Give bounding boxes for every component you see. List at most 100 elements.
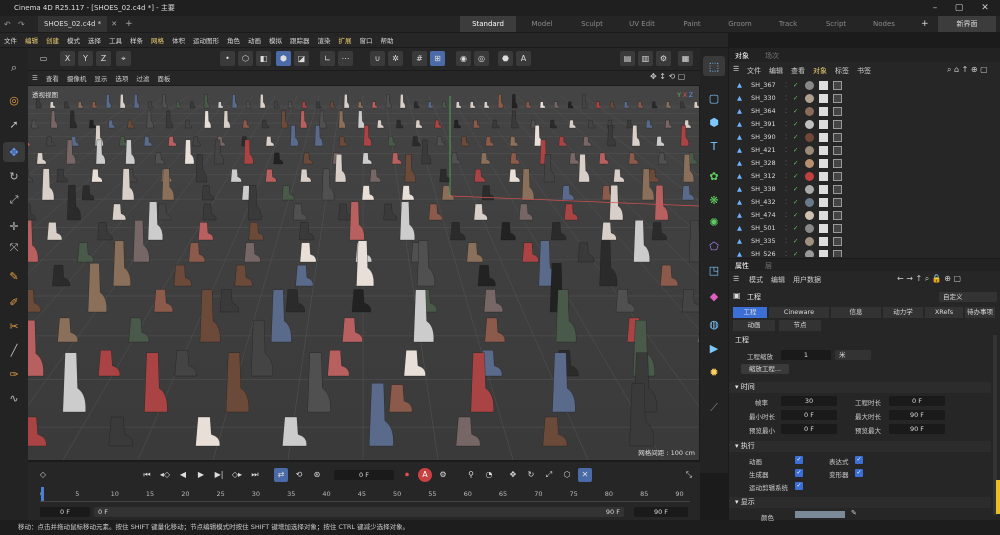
camera-icon[interactable]: ▭ xyxy=(36,51,51,66)
scale-project-button[interactable]: 缩放工程... xyxy=(741,364,789,374)
dope-sheet-icon[interactable]: ⊛ xyxy=(310,468,324,482)
close-icon[interactable]: ✕ xyxy=(974,0,996,16)
timeline-ruler[interactable]: 051015202530354045505560657075808590 xyxy=(40,488,690,502)
material-tag-icon[interactable] xyxy=(805,250,814,257)
pla-key-icon[interactable]: ✕ xyxy=(578,468,592,482)
enabled-check-icon[interactable]: ✓ xyxy=(793,94,798,102)
move-icon[interactable]: ✥ xyxy=(3,142,25,162)
goto-start-icon[interactable]: ⏮ xyxy=(140,468,154,482)
preview-min-field[interactable]: 0 F xyxy=(781,424,837,434)
deformer-checkbox[interactable]: ✓ xyxy=(855,469,863,477)
object-row[interactable]: ▲ SH_391 ⁚ ✓ xyxy=(729,118,1000,131)
axis-mode-icon[interactable]: ∟ xyxy=(320,51,335,66)
perspective-viewport[interactable]: 透视视图 Y X Z 网格间距 : 100 cm xyxy=(28,86,699,460)
enabled-check-icon[interactable]: ✓ xyxy=(793,185,798,193)
next-frame-icon[interactable]: ▶| xyxy=(212,468,226,482)
shoe-model[interactable] xyxy=(689,220,699,263)
color-swatch[interactable] xyxy=(795,511,845,518)
model-mode-icon[interactable]: ⬢ xyxy=(276,51,291,66)
animation-checkbox[interactable]: ✓ xyxy=(795,456,803,464)
enabled-check-icon[interactable]: ✓ xyxy=(793,133,798,141)
maximize-icon[interactable]: ▢ xyxy=(948,0,970,16)
quantize-icon[interactable]: ✲ xyxy=(388,51,403,66)
enabled-check-icon[interactable]: ✓ xyxy=(793,159,798,167)
attr-menu-userdata[interactable]: 用户数据 xyxy=(793,275,821,285)
solo-hierarchy-icon[interactable]: ◎ xyxy=(474,51,489,66)
enabled-check-icon[interactable]: ✓ xyxy=(793,211,798,219)
phong-tag-icon[interactable] xyxy=(833,146,842,155)
scene-icon[interactable]: ◆ xyxy=(703,286,725,306)
visibility-dots-icon[interactable]: ⁚ xyxy=(785,120,787,128)
loop-icon[interactable]: ⇄ xyxy=(274,468,288,482)
visibility-dots-icon[interactable]: ⁚ xyxy=(785,146,787,154)
enabled-check-icon[interactable]: ✓ xyxy=(793,198,798,206)
material-tag-icon[interactable] xyxy=(805,133,814,142)
add-layout-icon[interactable]: + xyxy=(921,16,929,32)
uvw-tag-icon[interactable] xyxy=(819,159,828,168)
deformer-icon[interactable]: ⬠ xyxy=(703,236,725,256)
menu-item[interactable]: 创建 xyxy=(42,35,63,45)
material-tag-icon[interactable] xyxy=(805,185,814,194)
object-row[interactable]: ▲ SH_330 ⁚ ✓ xyxy=(729,92,1000,105)
attr-menu-edit[interactable]: 编辑 xyxy=(771,275,785,285)
section-execution[interactable]: ▾ 执行 xyxy=(729,441,991,452)
world-coord-icon[interactable]: ⌖ xyxy=(116,51,131,66)
field-icon[interactable]: ◳ xyxy=(703,260,725,280)
uvw-tag-icon[interactable] xyxy=(819,120,828,129)
attribute-subtab[interactable]: 信息 xyxy=(831,307,881,318)
project-time-field[interactable]: 0 F xyxy=(889,396,945,406)
material-tag-icon[interactable] xyxy=(805,172,814,181)
polygon-pen-icon[interactable]: ✂ xyxy=(3,316,25,336)
redo-icon[interactable]: ↷ xyxy=(18,20,25,29)
tab-objects[interactable]: 对象 xyxy=(735,51,749,61)
edges-mode-icon[interactable]: ⬡ xyxy=(238,51,253,66)
phong-tag-icon[interactable] xyxy=(833,159,842,168)
phong-tag-icon[interactable] xyxy=(833,237,842,246)
expression-checkbox[interactable]: ✓ xyxy=(855,456,863,464)
viewport-menu-icon[interactable]: ☰ xyxy=(28,74,42,82)
section-time[interactable]: ▾ 时间 xyxy=(729,382,991,393)
visibility-dots-icon[interactable]: ⁚ xyxy=(785,81,787,89)
object-row[interactable]: ▲ SH_335 ⁚ ✓ xyxy=(729,235,1000,248)
object-row[interactable]: ▲ SH_364 ⁚ ✓ xyxy=(729,105,1000,118)
enabled-check-icon[interactable]: ✓ xyxy=(793,120,798,128)
square-spline-icon[interactable]: ▢ xyxy=(703,88,725,108)
min-time-field[interactable]: 0 F xyxy=(781,410,837,420)
live-select-icon[interactable]: ◎ xyxy=(3,90,25,110)
attribute-subtab[interactable]: 节点 xyxy=(779,320,821,331)
texture-mode-icon[interactable]: ◪ xyxy=(294,51,309,66)
cube-object-icon[interactable]: ⬚ xyxy=(703,56,725,76)
attr-menu-icon[interactable]: ☰ xyxy=(733,275,739,283)
uvw-tag-icon[interactable] xyxy=(819,146,828,155)
viewport-menu-item[interactable]: 查看 xyxy=(42,73,63,83)
attr-nav-icons[interactable]: ← → ↑ ⌕ 🔒 ⊕ ▢ xyxy=(897,274,961,284)
object-row[interactable]: ▲ SH_501 ⁚ ✓ xyxy=(729,222,1000,235)
param-key-icon[interactable]: ⬡ xyxy=(560,468,574,482)
attribute-subtab[interactable]: 动画 xyxy=(733,320,775,331)
coord-z-button[interactable]: Z xyxy=(96,51,111,66)
phong-tag-icon[interactable] xyxy=(833,172,842,181)
current-frame-field[interactable]: 0 F xyxy=(334,470,394,480)
viewport-menu-item[interactable]: 显示 xyxy=(90,73,111,83)
axis-icon[interactable]: ⤧ xyxy=(3,238,25,258)
attribute-subtab[interactable]: 工程 xyxy=(733,307,767,318)
menu-item[interactable]: 选择 xyxy=(84,35,105,45)
uvw-tag-icon[interactable] xyxy=(819,198,828,207)
layout-tab[interactable]: Model xyxy=(514,16,570,32)
enabled-check-icon[interactable]: ✓ xyxy=(793,237,798,245)
visibility-dots-icon[interactable]: ⁚ xyxy=(785,185,787,193)
play-icon[interactable]: ▶ xyxy=(194,468,208,482)
object-menu-item[interactable]: 编辑 xyxy=(769,66,783,76)
uvw-tag-icon[interactable] xyxy=(819,94,828,103)
phong-tag-icon[interactable] xyxy=(833,198,842,207)
visibility-dots-icon[interactable]: ⁚ xyxy=(785,133,787,141)
menu-item[interactable]: 动画 xyxy=(244,35,265,45)
visibility-dots-icon[interactable]: ⁚ xyxy=(785,211,787,219)
material-tag-icon[interactable] xyxy=(805,146,814,155)
attribute-subtab[interactable]: 待办事项 xyxy=(965,307,995,318)
layout-tab[interactable]: Sculpt xyxy=(564,16,620,32)
keyframe-selection-icon[interactable]: ⚙ xyxy=(436,468,450,482)
object-row[interactable]: ▲ SH_338 ⁚ ✓ xyxy=(729,183,1000,196)
material-tag-icon[interactable] xyxy=(805,159,814,168)
prev-frame-icon[interactable]: ◀ xyxy=(176,468,190,482)
